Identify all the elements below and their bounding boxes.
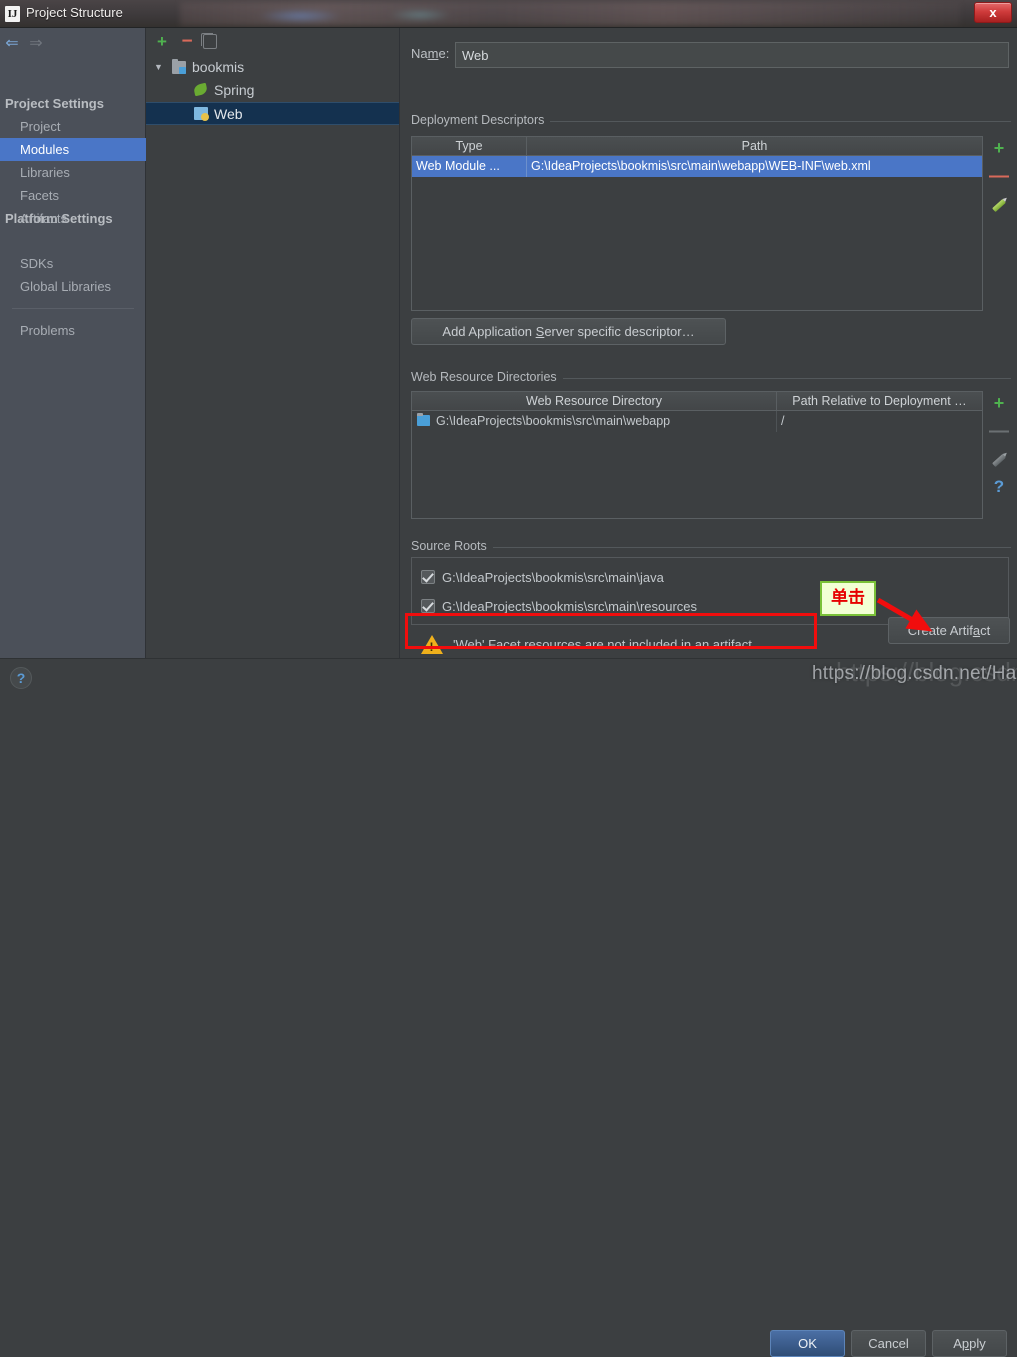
table-header-row: Web Resource Directory Path Relative to … bbox=[412, 392, 982, 411]
cell-relative-path: / bbox=[781, 414, 785, 428]
dialog-body: ⇐ ⇒ Project Settings Platform Settings P… bbox=[0, 28, 1017, 658]
sidebar-item-libraries[interactable]: Libraries bbox=[0, 161, 146, 184]
apply-label-post: ply bbox=[969, 1336, 986, 1351]
table-header-row: Type Path bbox=[412, 137, 982, 156]
name-row: Name: bbox=[411, 42, 1009, 68]
tree-node-bookmis[interactable]: ▼ bookmis bbox=[146, 56, 399, 79]
source-root-checkbox[interactable] bbox=[421, 570, 435, 584]
warning-message: 'Web' Facet resources are not included i… bbox=[453, 637, 752, 652]
module-tree-panel: + − ▼ bookmis Spring Web bbox=[146, 28, 400, 658]
module-tree-toolbar: + − bbox=[146, 28, 399, 55]
cell-type: Web Module ... bbox=[412, 156, 527, 177]
deployment-descriptors-section-header: Deployment Descriptors bbox=[411, 113, 1011, 129]
button-label-pre: Create Artif bbox=[907, 623, 973, 638]
sidebar-item-facets[interactable]: Facets bbox=[0, 184, 146, 207]
section-title: Source Roots bbox=[411, 539, 493, 553]
dialog-footer: ? OK Cancel Apply bbox=[0, 658, 1017, 1357]
cell-path: G:\IdeaProjects\bookmis\src\main\webapp\… bbox=[531, 159, 871, 173]
sidebar-nav-arrows: ⇐ ⇒ bbox=[0, 28, 146, 60]
name-input[interactable] bbox=[455, 42, 1009, 68]
sidebar-divider bbox=[12, 308, 134, 309]
remove-module-icon[interactable]: − bbox=[178, 32, 196, 51]
sidebar-item-problems[interactable]: Problems bbox=[0, 319, 146, 342]
source-root-checkbox[interactable] bbox=[421, 599, 435, 613]
sidebar-item-modules[interactable]: Modules bbox=[0, 138, 146, 161]
create-artifact-button[interactable]: Create Artifact bbox=[888, 617, 1010, 644]
window-title-bar: IJ Project Structure x bbox=[0, 0, 1017, 28]
list-item[interactable]: G:\IdeaProjects\bookmis\src\main\java bbox=[412, 563, 1008, 592]
pencil-icon bbox=[991, 452, 1006, 468]
remove-web-resource-icon[interactable]: — bbox=[986, 419, 1012, 443]
column-header-path-relative[interactable]: Path Relative to Deployment … bbox=[777, 392, 982, 410]
tree-node-label: Spring bbox=[214, 82, 255, 98]
button-label-post: ct bbox=[980, 623, 991, 638]
edit-descriptor-icon[interactable] bbox=[986, 192, 1012, 216]
apply-label-pre: A bbox=[953, 1336, 962, 1351]
section-title: Web Resource Directories bbox=[411, 370, 563, 384]
remove-descriptor-icon[interactable]: — bbox=[986, 164, 1012, 188]
chevron-down-icon[interactable]: ▼ bbox=[154, 56, 166, 79]
web-resource-directories-section-header: Web Resource Directories bbox=[411, 370, 1011, 386]
add-descriptor-icon[interactable]: + bbox=[986, 136, 1012, 160]
module-icon bbox=[172, 59, 186, 74]
button-label-mnemonic: S bbox=[535, 324, 545, 339]
tree-node-label: Web bbox=[214, 106, 243, 122]
table-row[interactable]: G:\IdeaProjects\bookmis\src\main\webapp … bbox=[412, 411, 982, 432]
back-arrow-icon[interactable]: ⇐ bbox=[3, 36, 21, 52]
section-rule bbox=[411, 547, 1011, 548]
cell-directory: G:\IdeaProjects\bookmis\src\main\webapp bbox=[412, 411, 777, 432]
column-header-type[interactable]: Type bbox=[412, 137, 527, 155]
pencil-icon bbox=[991, 197, 1006, 213]
sidebar-item-artifacts[interactable]: Artifacts bbox=[0, 207, 146, 230]
button-label-post: erver specific descriptor… bbox=[544, 324, 695, 339]
column-header-path[interactable]: Path bbox=[527, 137, 982, 155]
title-bar-blurred-background bbox=[180, 2, 960, 26]
ok-button[interactable]: OK bbox=[770, 1330, 845, 1357]
spring-icon bbox=[192, 82, 209, 97]
add-web-resource-icon[interactable]: + bbox=[986, 391, 1012, 415]
module-settings-pane: Name: Deployment Descriptors Type Path W… bbox=[400, 28, 1017, 658]
folder-icon bbox=[417, 413, 430, 426]
deployment-descriptors-toolbar: + — bbox=[986, 136, 1014, 226]
sidebar-item-global-libraries[interactable]: Global Libraries bbox=[0, 275, 146, 298]
column-header-web-resource-directory[interactable]: Web Resource Directory bbox=[412, 392, 777, 410]
copy-module-icon[interactable] bbox=[201, 33, 217, 49]
sidebar-item-project[interactable]: Project bbox=[0, 115, 146, 138]
window-title: Project Structure bbox=[26, 5, 123, 20]
button-label-pre: Add Application bbox=[442, 324, 536, 339]
table-row[interactable]: Web Module ... G:\IdeaProjects\bookmis\s… bbox=[412, 156, 982, 177]
button-label-mnemonic: a bbox=[972, 623, 981, 638]
web-resource-directories-table[interactable]: Web Resource Directory Path Relative to … bbox=[411, 391, 983, 519]
name-label: Name: bbox=[411, 46, 450, 61]
tree-node-label: bookmis bbox=[192, 59, 245, 75]
cancel-button[interactable]: Cancel bbox=[851, 1330, 926, 1357]
apply-label-mnemonic: p bbox=[961, 1336, 970, 1351]
annotation-click-callout: 单击 bbox=[820, 581, 876, 616]
warning-triangle-icon bbox=[421, 635, 443, 654]
deployment-descriptors-table[interactable]: Type Path Web Module ... G:\IdeaProjects… bbox=[411, 136, 983, 311]
edit-web-resource-icon[interactable] bbox=[986, 447, 1012, 471]
apply-button[interactable]: Apply bbox=[932, 1330, 1007, 1357]
web-resource-directories-toolbar: + — ? bbox=[986, 391, 1014, 516]
app-icon: IJ bbox=[5, 6, 20, 22]
forward-arrow-icon[interactable]: ⇒ bbox=[27, 36, 45, 52]
help-icon[interactable]: ? bbox=[986, 475, 1012, 499]
sidebar-group-project-settings: Project Settings bbox=[5, 96, 104, 111]
source-root-path: G:\IdeaProjects\bookmis\src\main\java bbox=[442, 570, 664, 585]
tree-node-web[interactable]: Web bbox=[146, 102, 399, 125]
web-facet-icon bbox=[194, 107, 209, 121]
source-roots-list: G:\IdeaProjects\bookmis\src\main\java G:… bbox=[411, 557, 1009, 625]
settings-sidebar: ⇐ ⇒ Project Settings Platform Settings P… bbox=[0, 28, 146, 658]
help-icon[interactable]: ? bbox=[10, 667, 32, 689]
sidebar-item-sdks[interactable]: SDKs bbox=[0, 252, 146, 275]
source-root-path: G:\IdeaProjects\bookmis\src\main\resourc… bbox=[442, 599, 698, 614]
source-roots-section-header: Source Roots bbox=[411, 539, 1011, 555]
close-icon[interactable]: x bbox=[974, 2, 1012, 23]
tree-node-spring[interactable]: Spring bbox=[146, 79, 399, 102]
add-application-server-descriptor-button[interactable]: Add Application Server specific descript… bbox=[411, 318, 726, 345]
add-module-icon[interactable]: + bbox=[153, 33, 171, 51]
section-title: Deployment Descriptors bbox=[411, 113, 551, 127]
